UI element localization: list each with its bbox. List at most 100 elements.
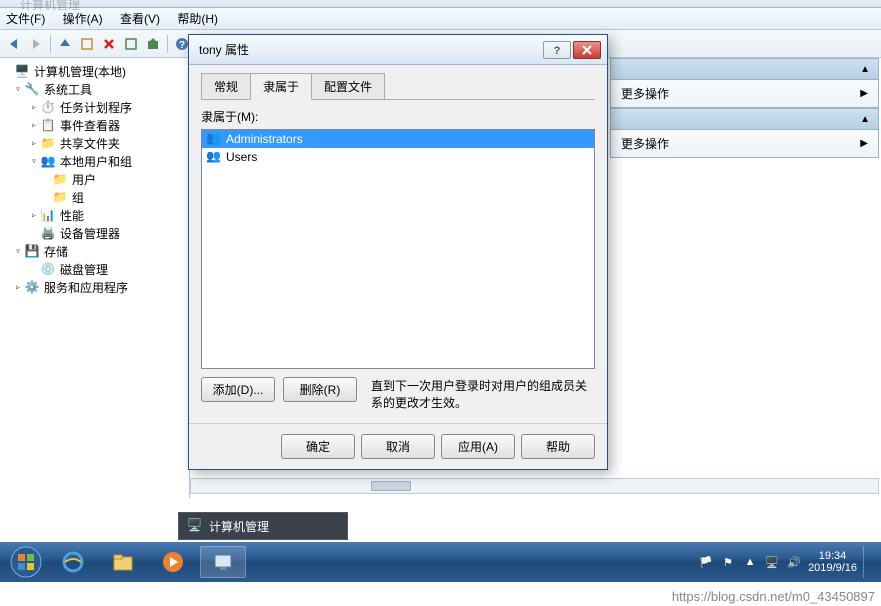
taskbar-compmgmt[interactable] — [200, 546, 246, 578]
ok-button[interactable]: 确定 — [281, 434, 355, 459]
menu-view[interactable]: 查看(V) — [120, 12, 160, 26]
users-icon: 👥 — [40, 153, 56, 169]
tree-root[interactable]: 🖥️计算机管理(本地) — [0, 62, 189, 80]
taskbar: 🏳️ ⚑ ▲ 🖥️ 🔊 19:342019/9/16 — [0, 542, 881, 582]
tree-label: 系统工具 — [44, 81, 92, 98]
separator — [167, 35, 168, 53]
actions-header[interactable]: ▲ — [610, 58, 879, 80]
tools-icon: 🔧 — [24, 81, 40, 97]
menu-file[interactable]: 文件(F) — [6, 12, 45, 26]
taskbar-media-player[interactable] — [150, 546, 196, 578]
svg-text:?: ? — [179, 40, 185, 51]
action-more-2[interactable]: 更多操作 ▶ — [610, 130, 879, 158]
remove-button[interactable]: 删除(R) — [283, 377, 357, 402]
group-icon: 👥 — [206, 149, 222, 165]
time-text: 19:34 — [808, 550, 857, 562]
window-title: 计算机管理 — [20, 0, 80, 13]
cancel-button[interactable]: 取消 — [361, 434, 435, 459]
taskbar-preview[interactable]: 🖥️ 计算机管理 — [178, 512, 348, 540]
menu-action[interactable]: 操作(A) — [63, 12, 103, 26]
date-text: 2019/9/16 — [808, 562, 857, 574]
tray-volume-icon[interactable]: 🔊 — [786, 554, 802, 570]
tab-general[interactable]: 常规 — [201, 73, 251, 99]
tree-label: 计算机管理(本地) — [34, 63, 126, 80]
tree-label: 组 — [72, 189, 84, 206]
scrollbar-thumb[interactable] — [371, 481, 411, 491]
disk-icon: 💿 — [40, 261, 56, 277]
dialog-title: tony 属性 — [195, 41, 541, 58]
action-label: 更多操作 — [621, 135, 669, 152]
horizontal-scrollbar[interactable] — [190, 478, 879, 494]
tree-task-scheduler[interactable]: ▹⏱️任务计划程序 — [0, 98, 189, 116]
help-button[interactable]: 帮助 — [521, 434, 595, 459]
dialog-body: 常规 隶属于 配置文件 隶属于(M): 👥Administrators 👥Use… — [189, 65, 607, 423]
tree-users[interactable]: 📁用户 — [0, 170, 189, 188]
tab-member-of[interactable]: 隶属于 — [250, 73, 312, 100]
separator — [50, 35, 51, 53]
services-icon: ⚙️ — [24, 279, 40, 295]
tree-label: 性能 — [60, 207, 84, 224]
tree-disk-management[interactable]: 💿磁盘管理 — [0, 260, 189, 278]
collapse-icon: ▲ — [860, 64, 870, 75]
tree-services-apps[interactable]: ▹⚙️服务和应用程序 — [0, 278, 189, 296]
tree-label: 用户 — [72, 171, 96, 188]
tree-label: 共享文件夹 — [60, 135, 120, 152]
tree-shared-folders[interactable]: ▹📁共享文件夹 — [0, 134, 189, 152]
tree-groups[interactable]: 📁组 — [0, 188, 189, 206]
tray-action-center-icon[interactable]: ⚑ — [720, 554, 736, 570]
tree-storage[interactable]: ▿💾存储 — [0, 242, 189, 260]
submenu-icon: ▶ — [860, 138, 868, 149]
menubar: 文件(F) 操作(A) 查看(V) 帮助(H) — [0, 8, 881, 30]
button-row: 添加(D)... 删除(R) 直到下一次用户登录时对用户的组成员关系的更改才生效… — [201, 377, 595, 411]
list-item[interactable]: 👥Administrators — [202, 130, 594, 148]
tree-system-tools[interactable]: ▿🔧系统工具 — [0, 80, 189, 98]
tree-label: 本地用户和组 — [60, 153, 132, 170]
up-icon[interactable] — [55, 34, 75, 54]
dialog-titlebar[interactable]: tony 属性 ? — [189, 35, 607, 65]
tree-device-manager[interactable]: 🖨️设备管理器 — [0, 224, 189, 242]
preview-title: 计算机管理 — [209, 518, 269, 535]
groups-listbox[interactable]: 👥Administrators 👥Users — [201, 129, 595, 369]
tree-performance[interactable]: ▹📊性能 — [0, 206, 189, 224]
tab-profile[interactable]: 配置文件 — [311, 73, 385, 99]
forward-icon[interactable] — [26, 34, 46, 54]
tree-label: 设备管理器 — [60, 225, 120, 242]
clock-icon: ⏱️ — [40, 99, 56, 115]
tray-network-icon[interactable]: 🖥️ — [764, 554, 780, 570]
svg-text:?: ? — [554, 45, 561, 56]
export-icon[interactable] — [143, 34, 163, 54]
back-icon[interactable] — [4, 34, 24, 54]
perf-icon: 📊 — [40, 207, 56, 223]
group-icon: 👥 — [206, 131, 222, 147]
tray-up-icon[interactable]: ▲ — [742, 554, 758, 570]
storage-icon: 💾 — [24, 243, 40, 259]
share-icon: 📁 — [40, 135, 56, 151]
tree-event-viewer[interactable]: ▹📋事件查看器 — [0, 116, 189, 134]
tree-label: 任务计划程序 — [60, 99, 132, 116]
actions-header[interactable]: ▲ — [610, 108, 879, 130]
start-button[interactable] — [4, 543, 48, 581]
event-icon: 📋 — [40, 117, 56, 133]
apply-button[interactable]: 应用(A) — [441, 434, 515, 459]
tray-flag-icon[interactable]: 🏳️ — [698, 554, 714, 570]
refresh-icon[interactable] — [121, 34, 141, 54]
note-text: 直到下一次用户登录时对用户的组成员关系的更改才生效。 — [365, 377, 595, 411]
properties-icon[interactable] — [77, 34, 97, 54]
help-button[interactable]: ? — [543, 41, 571, 59]
taskbar-explorer[interactable] — [100, 546, 146, 578]
tree-local-users-groups[interactable]: ▿👥本地用户和组 — [0, 152, 189, 170]
watermark: https://blog.csdn.net/m0_43450897 — [672, 589, 875, 604]
member-of-label: 隶属于(M): — [201, 108, 595, 125]
tray-clock[interactable]: 19:342019/9/16 — [808, 550, 857, 574]
taskbar-ie[interactable] — [50, 546, 96, 578]
close-button[interactable] — [573, 41, 601, 59]
list-item[interactable]: 👥Users — [202, 148, 594, 166]
tree-label: 存储 — [44, 243, 68, 260]
submenu-icon: ▶ — [860, 88, 868, 99]
menu-help[interactable]: 帮助(H) — [177, 12, 218, 26]
action-more-1[interactable]: 更多操作▶ — [610, 80, 879, 108]
show-desktop-button[interactable] — [863, 546, 871, 578]
delete-icon[interactable] — [99, 34, 119, 54]
actions-panel: ▲ 更多操作▶ ▲ 更多操作▶ — [610, 58, 879, 158]
add-button[interactable]: 添加(D)... — [201, 377, 275, 402]
